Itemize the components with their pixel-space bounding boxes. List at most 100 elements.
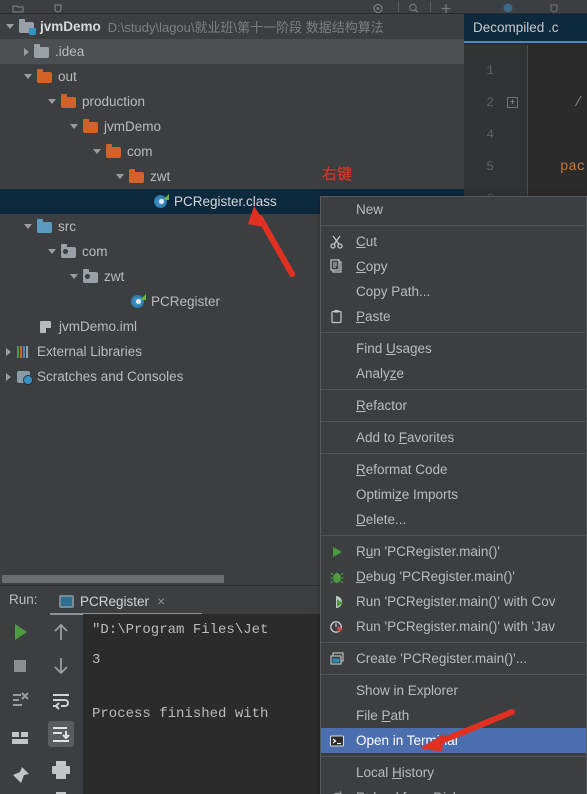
menu-item-optimize-imports[interactable]: Optimize Imports <box>321 482 586 507</box>
chevron-down-icon[interactable] <box>48 249 56 254</box>
folder-orange-icon <box>106 144 122 159</box>
menu-item-reload-from-disk[interactable]: Reload from Disk <box>321 785 586 794</box>
menu-item-create-run-config[interactable]: Create 'PCRegister.main()'... <box>321 646 586 671</box>
folder-gray-icon <box>34 44 50 59</box>
menu-separator <box>321 225 586 226</box>
line-number: 1 <box>486 63 494 78</box>
menu-separator <box>321 642 586 643</box>
menu-item-label: Cut <box>356 234 378 249</box>
chevron-down-icon[interactable] <box>24 74 32 79</box>
menu-item-add-to-favorites[interactable]: Add to Favorites <box>321 425 586 450</box>
menu-item-label-rest: ut <box>365 234 378 249</box>
settings-gear-icon[interactable] <box>372 1 384 14</box>
tree-row-idea[interactable]: .idea <box>0 39 464 64</box>
tree-label: PCRegister.class <box>174 194 277 209</box>
clear-all-icon[interactable] <box>48 789 74 794</box>
chevron-right-icon[interactable] <box>6 347 11 356</box>
tree-row-jvmdemo[interactable]: jvmDemo D:\study\lagou\就业班\第十一阶段 数据结构算法 <box>0 14 464 39</box>
toolbar-circle-icon[interactable] <box>502 1 514 13</box>
close-icon[interactable]: × <box>157 593 165 609</box>
toolbar-save-right-icon[interactable] <box>548 1 560 13</box>
tree-label: External Libraries <box>37 344 143 359</box>
menu-item-new[interactable]: New <box>321 197 586 222</box>
save-icon[interactable] <box>52 1 64 13</box>
menu-item-label: Open in Terminal <box>356 733 458 748</box>
chevron-down-icon[interactable] <box>24 224 32 229</box>
down-arrow-icon[interactable] <box>48 653 74 679</box>
menu-item-show-in-explorer[interactable]: Show in Explorer <box>321 678 586 703</box>
tree-hscrollbar-thumb[interactable] <box>2 575 224 583</box>
tree-label: com <box>82 244 108 259</box>
folder-package-icon <box>61 244 77 259</box>
debug-bug-icon <box>329 569 345 585</box>
menu-item-file-path[interactable]: File Path <box>321 703 586 728</box>
menu-item-run-with-profiler[interactable]: Run 'PCRegister.main()' with 'Jav <box>321 614 586 639</box>
tree-row-out-zwt[interactable]: zwt <box>0 164 464 189</box>
run-tab-label: PCRegister <box>80 593 150 609</box>
menu-item-cut[interactable]: Cut <box>321 229 586 254</box>
tree-row-out[interactable]: out <box>0 64 464 89</box>
menu-item-label: Reformat Code <box>356 462 448 477</box>
menu-item-copy-path[interactable]: Copy Path... <box>321 279 586 304</box>
chevron-down-icon[interactable] <box>116 174 124 179</box>
create-config-icon <box>329 651 345 667</box>
menu-item-refactor[interactable]: Refactor <box>321 393 586 418</box>
menu-item-debug-main[interactable]: Debug 'PCRegister.main()' <box>321 564 586 589</box>
fold-expand-icon[interactable]: + <box>507 97 518 108</box>
chevron-down-icon[interactable] <box>70 274 78 279</box>
code-keyword-package: pac <box>560 159 586 175</box>
scratches-icon <box>16 369 33 385</box>
scissors-icon <box>329 234 345 250</box>
search-everywhere-icon[interactable] <box>408 1 420 14</box>
layout-settings-icon[interactable] <box>7 725 33 751</box>
chevron-down-icon[interactable] <box>70 124 78 129</box>
run-toolbar-left <box>0 614 40 794</box>
paste-icon <box>329 309 345 325</box>
add-icon[interactable] <box>440 1 452 13</box>
rerun-failed-tests-icon[interactable] <box>7 687 33 713</box>
menu-item-find-usages[interactable]: Find Usages <box>321 336 586 361</box>
menu-item-open-in-terminal[interactable]: Open in Terminal <box>321 728 586 753</box>
chevron-right-icon[interactable] <box>24 47 29 56</box>
copy-icon <box>329 259 345 275</box>
tree-row-production[interactable]: production <box>0 89 464 114</box>
menu-item-label: Show in Explorer <box>356 683 459 698</box>
line-number: 2 <box>486 95 494 110</box>
menu-item-run-with-coverage[interactable]: Run 'PCRegister.main()' with Cov <box>321 589 586 614</box>
tree-label: zwt <box>150 169 171 184</box>
line-number: 4 <box>486 127 494 142</box>
run-icon[interactable] <box>7 619 33 645</box>
run-tab-pcregister[interactable]: PCRegister × <box>59 589 165 613</box>
menu-item-label: Analyze <box>356 366 405 381</box>
print-icon[interactable] <box>48 757 74 783</box>
menu-item-paste[interactable]: Paste <box>321 304 586 329</box>
chevron-down-icon[interactable] <box>93 149 101 154</box>
up-arrow-icon[interactable] <box>48 619 74 645</box>
tree-row-out-jvmdemo[interactable]: jvmDemo <box>0 114 464 139</box>
tree-label: production <box>82 94 146 109</box>
editor-tab-decompiled[interactable]: Decompiled .c <box>464 14 587 43</box>
context-menu[interactable]: New Cut Copy Copy Path... Paste Find Usa… <box>320 196 587 794</box>
ide-window: jvmDemo D:\study\lagou\就业班\第十一阶段 数据结构算法 … <box>0 0 587 794</box>
chevron-down-icon[interactable] <box>48 99 56 104</box>
reload-icon <box>329 790 345 794</box>
menu-item-delete[interactable]: Delete... <box>321 507 586 532</box>
menu-item-copy[interactable]: Copy <box>321 254 586 279</box>
scroll-to-end-icon[interactable] <box>48 721 74 747</box>
pin-tab-icon[interactable] <box>7 763 33 789</box>
stop-icon[interactable] <box>7 653 33 679</box>
menu-item-run-main[interactable]: Run 'PCRegister.main()' <box>321 539 586 564</box>
menu-item-local-history[interactable]: Local History <box>321 760 586 785</box>
menu-item-reformat-code[interactable]: Reformat Code <box>321 457 586 482</box>
console-line: "D:\Program Files\Jet <box>92 622 269 638</box>
chevron-right-icon[interactable] <box>6 372 11 381</box>
tree-row-out-com[interactable]: com <box>0 139 464 164</box>
menu-item-label: Paste <box>356 309 391 324</box>
menu-item-label: File Path <box>356 708 410 723</box>
menu-item-label: Run 'PCRegister.main()' <box>356 544 500 559</box>
chevron-down-icon[interactable] <box>6 24 14 29</box>
soft-wrap-icon[interactable] <box>48 687 74 713</box>
menu-item-analyze[interactable]: Analyze <box>321 361 586 386</box>
open-folder-icon[interactable] <box>12 1 24 13</box>
folder-source-blue-icon <box>37 219 53 234</box>
